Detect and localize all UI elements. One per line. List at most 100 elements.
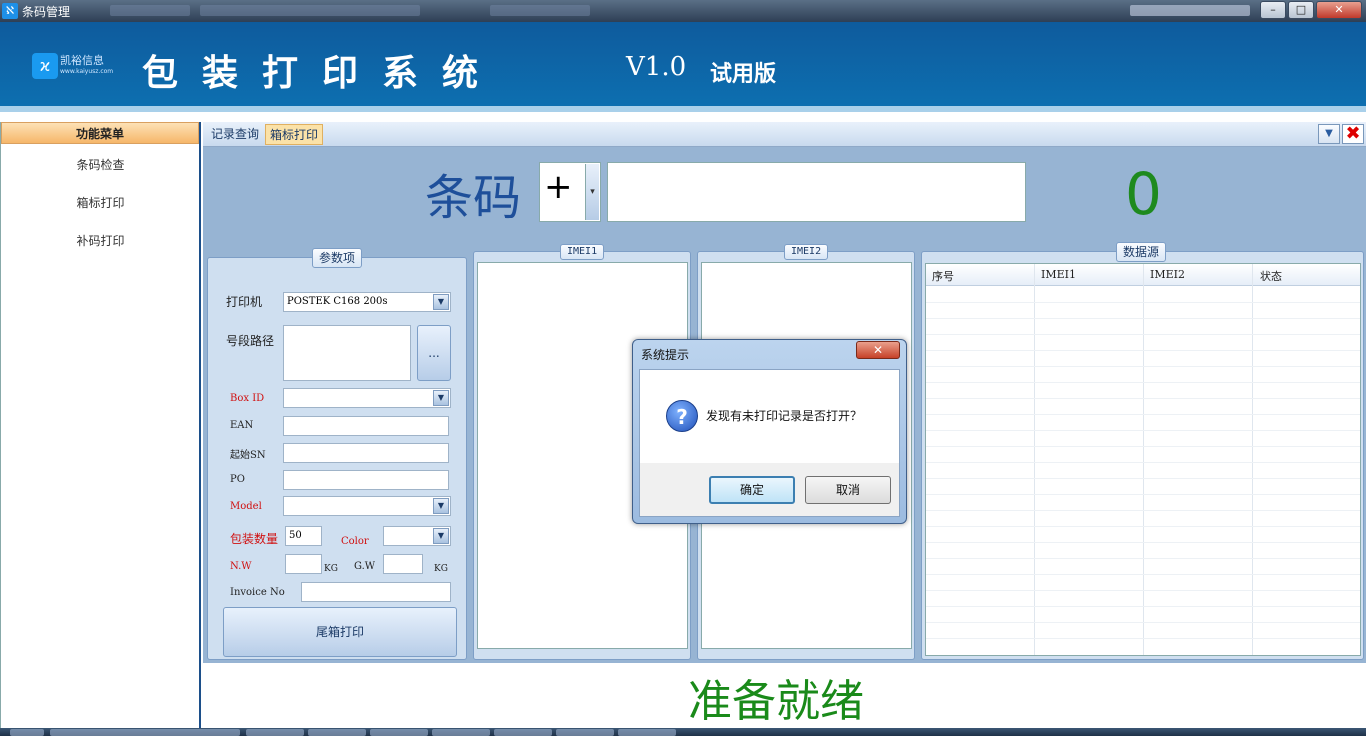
gross-weight-field[interactable] — [383, 554, 423, 574]
params-group-title: 参数项 — [312, 248, 363, 268]
blurred-title-area — [110, 5, 190, 16]
taskbar-item[interactable] — [246, 729, 304, 736]
window-close-button[interactable]: ✕ — [1316, 1, 1362, 19]
prefix-select[interactable]: + ▾ — [539, 162, 601, 222]
grid-row-line — [926, 606, 1360, 607]
maximize-button[interactable]: □ — [1288, 1, 1314, 19]
app-title: 包装打印系统 — [142, 52, 503, 94]
taskbar-item[interactable] — [432, 729, 490, 736]
taskbar-item[interactable] — [50, 729, 240, 736]
grid-row-line — [926, 542, 1360, 543]
tab-box-label-print[interactable]: 箱标打印 — [265, 124, 324, 145]
box-id-select[interactable]: ▼ — [283, 388, 451, 408]
logo-url: www.kaiyusz.com — [60, 68, 114, 75]
gross-weight-label: G.W — [354, 561, 376, 572]
color-select[interactable]: ▼ — [383, 526, 451, 546]
tab-list-dropdown-icon[interactable]: ▼ — [1318, 124, 1340, 144]
tab-bar: 记录查询 箱标打印 ▼ ✖ — [203, 122, 1366, 147]
status-bar: 准备就绪 — [203, 663, 1366, 728]
menu-item-barcode-check[interactable]: 条码检查 — [1, 156, 200, 173]
grid-row-line — [926, 494, 1360, 495]
grid-column-divider — [1252, 264, 1253, 655]
color-label: Color — [341, 536, 369, 547]
blurred-title-area — [200, 5, 420, 16]
menu-item-reprint-code[interactable]: 补码打印 — [1, 232, 200, 249]
chevron-down-icon[interactable]: ▼ — [433, 528, 449, 544]
taskbar-item[interactable] — [556, 729, 614, 736]
menu-item-box-label-print[interactable]: 箱标打印 — [1, 194, 200, 211]
imei1-group-title: IMEI1 — [560, 244, 605, 260]
chevron-down-icon[interactable]: ▾ — [585, 164, 599, 220]
taskbar-item[interactable] — [370, 729, 428, 736]
grid-row-line — [926, 318, 1360, 319]
taskbar — [0, 728, 1366, 736]
po-field[interactable] — [283, 470, 449, 490]
grid-row-line — [926, 574, 1360, 575]
ean-field[interactable] — [283, 416, 449, 436]
browse-path-button[interactable]: ... — [417, 325, 451, 381]
invoice-field[interactable] — [301, 582, 451, 602]
window-title: 条码管理 — [22, 5, 71, 19]
gross-weight-unit: KG — [434, 564, 448, 574]
taskbar-item[interactable] — [10, 729, 44, 736]
scan-counter: 0 — [1125, 160, 1162, 228]
ok-button[interactable]: 确定 — [709, 476, 795, 504]
barcode-label: 条码 — [425, 170, 522, 226]
taskbar-item[interactable] — [308, 729, 366, 736]
dialog-close-button[interactable]: ✕ — [856, 341, 900, 359]
tail-box-print-button[interactable]: 尾箱打印 — [223, 607, 457, 657]
imei2-group-title: IMEI2 — [784, 244, 829, 260]
pack-qty-label: 包装数量 — [230, 532, 279, 546]
logo-text: 凯裕信息 — [60, 54, 104, 67]
segment-path-field[interactable] — [283, 325, 411, 381]
chevron-down-icon[interactable]: ▼ — [433, 294, 449, 310]
column-header-status[interactable]: 状态 — [1260, 268, 1282, 284]
column-header-imei2[interactable]: IMEI2 — [1150, 268, 1185, 281]
app-version: V1.0 — [626, 52, 687, 82]
kaiyu-logo-icon: ϰ — [32, 53, 58, 79]
segment-path-label: 号段路径 — [226, 334, 275, 348]
pack-qty-field[interactable]: 50 — [285, 526, 322, 546]
blurred-title-area — [1130, 5, 1250, 16]
grid-row-line — [926, 622, 1360, 623]
grid-row-line — [926, 446, 1360, 447]
prefix-value: + — [544, 167, 573, 207]
printer-label: 打印机 — [226, 295, 263, 309]
cancel-button[interactable]: 取消 — [805, 476, 891, 504]
invoice-label: Invoice No — [230, 587, 285, 598]
tab-record-query[interactable]: 记录查询 — [207, 124, 263, 145]
column-header-index[interactable]: 序号 — [932, 268, 954, 284]
grid-row-line — [926, 462, 1360, 463]
grid-row-line — [926, 526, 1360, 527]
start-sn-field[interactable] — [283, 443, 449, 463]
grid-row-line — [926, 478, 1360, 479]
net-weight-field[interactable] — [285, 554, 322, 574]
grid-row-line — [926, 302, 1360, 303]
grid-row-line — [926, 334, 1360, 335]
tab-close-icon[interactable]: ✖ — [1342, 124, 1364, 144]
grid-row-line — [926, 366, 1360, 367]
chevron-down-icon[interactable]: ▼ — [433, 390, 449, 406]
taskbar-item[interactable] — [494, 729, 552, 736]
status-text: 准备就绪 — [688, 676, 864, 727]
header-banner: ϰ 凯裕信息 www.kaiyusz.com 包装打印系统 V1.0 试用版 — [0, 22, 1366, 112]
grid-column-divider — [1034, 264, 1035, 655]
grid-row-line — [926, 398, 1360, 399]
dialog-title: 系统提示 — [641, 348, 690, 362]
start-sn-label: 起始SN — [230, 450, 266, 461]
dialog-body: ? 发现有未打印记录是否打开？ 确定 取消 — [639, 369, 900, 517]
minimize-button[interactable]: – — [1260, 1, 1286, 19]
question-icon: ? — [666, 400, 698, 432]
po-label: PO — [230, 474, 245, 485]
chevron-down-icon[interactable]: ▼ — [433, 498, 449, 514]
taskbar-item[interactable] — [618, 729, 676, 736]
window-titlebar: ℵ 条码管理 – □ ✕ — [0, 0, 1366, 22]
params-group: 参数项 打印机 POSTEK C168 200s ▼ 号段路径 ... Box … — [207, 248, 467, 660]
datasource-grid[interactable]: 序号 IMEI1 IMEI2 状态 — [925, 263, 1361, 656]
grid-row-line — [926, 638, 1360, 639]
model-select[interactable]: ▼ — [283, 496, 451, 516]
barcode-input[interactable] — [607, 162, 1026, 222]
column-header-imei1[interactable]: IMEI1 — [1041, 268, 1076, 281]
printer-select[interactable]: POSTEK C168 200s ▼ — [283, 292, 451, 312]
grid-row-line — [926, 350, 1360, 351]
